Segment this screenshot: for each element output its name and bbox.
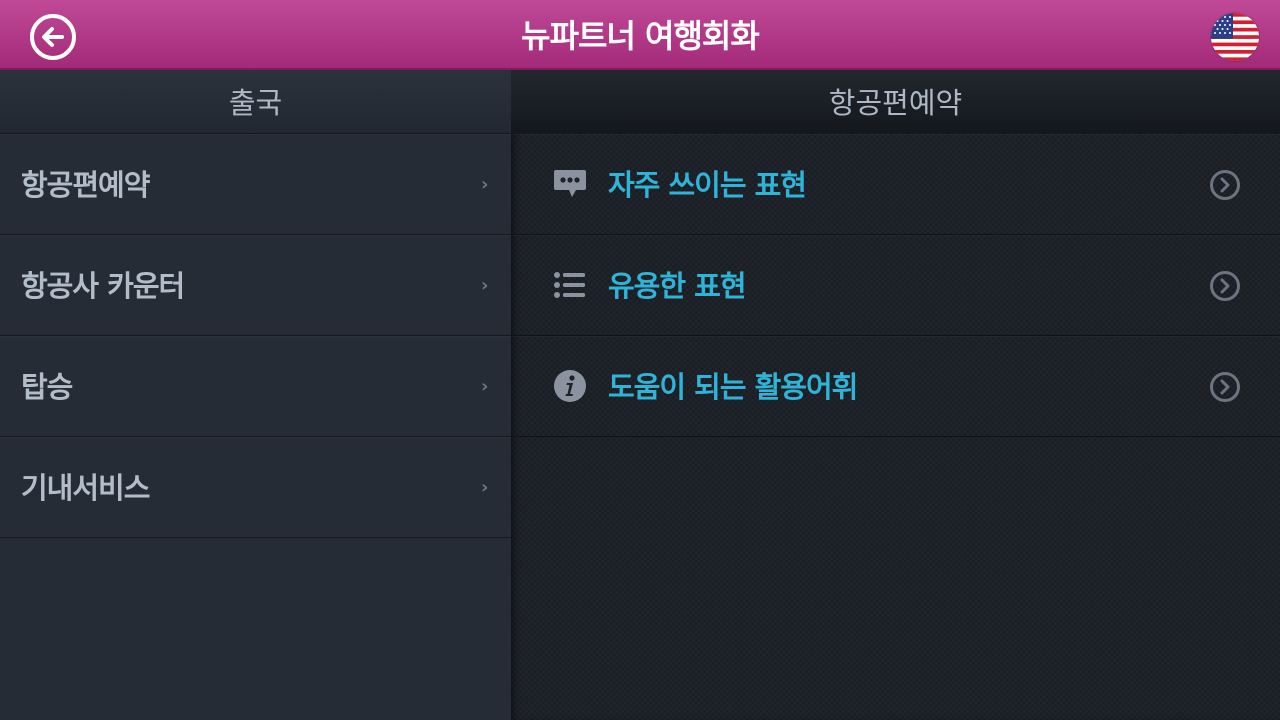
chevron-right-icon: › (481, 275, 489, 296)
chevron-right-icon: › (481, 477, 489, 498)
category-item-flight-booking[interactable]: 항공편예약 › (0, 134, 511, 235)
category-item-boarding[interactable]: 탑승 › (0, 336, 511, 437)
category-panel-header: 출국 (0, 70, 511, 134)
subcategory-item-useful-expressions[interactable]: 유용한 표현 (511, 235, 1280, 336)
subcategory-panel: 항공편예약 자주 쓰이는 표현 유용한 표현 도움이 되는 활용어휘 (511, 70, 1280, 720)
subcategory-item-frequent-expressions[interactable]: 자주 쓰이는 표현 (511, 134, 1280, 235)
chevron-right-icon: › (481, 174, 489, 195)
subcategory-item-label: 자주 쓰이는 표현 (608, 168, 807, 202)
speech-bubble-icon (552, 166, 588, 202)
category-item-label: 항공편예약 (21, 168, 150, 202)
chevron-circle-right-icon[interactable] (1209, 270, 1241, 302)
chevron-circle-right-icon[interactable] (1209, 371, 1241, 403)
category-panel: 출국 항공편예약 › 항공사 카운터 › 탑승 › 기내서비스 › (0, 70, 511, 720)
top-bar: 뉴파트너 여행회화 (0, 0, 1280, 70)
category-item-label: 탑승 (21, 370, 73, 404)
category-item-inflight-service[interactable]: 기내서비스 › (0, 437, 511, 538)
list-icon (552, 267, 588, 303)
app-title: 뉴파트너 여행회화 (521, 17, 760, 55)
subcategory-item-label: 도움이 되는 활용어휘 (608, 370, 858, 404)
subcategory-item-label: 유용한 표현 (608, 269, 746, 303)
subcategory-panel-header: 항공편예약 (511, 70, 1280, 134)
chevron-circle-right-icon[interactable] (1209, 169, 1241, 201)
language-flag-button[interactable] (1211, 13, 1259, 61)
subcategory-item-helpful-vocabulary[interactable]: 도움이 되는 활용어휘 (511, 336, 1280, 437)
chevron-right-icon: › (481, 376, 489, 397)
category-item-label: 기내서비스 (21, 471, 150, 505)
info-icon (552, 368, 588, 404)
us-flag-icon (1211, 13, 1259, 61)
category-item-airline-counter[interactable]: 항공사 카운터 › (0, 235, 511, 336)
category-item-label: 항공사 카운터 (21, 269, 185, 303)
